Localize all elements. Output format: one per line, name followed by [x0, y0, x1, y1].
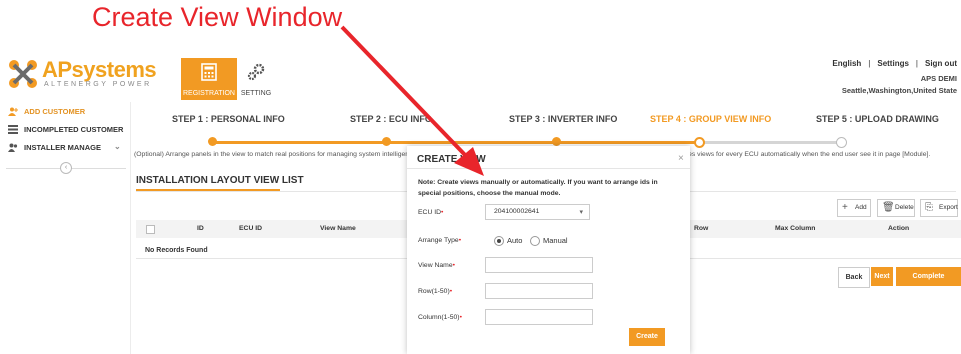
arrange-auto-label: Auto	[507, 236, 523, 245]
empty-table-message: No Records Found	[145, 247, 208, 254]
modal-note: Note: Create views manually or automatic…	[418, 179, 658, 197]
arrange-auto-radio[interactable]	[494, 236, 504, 246]
sidebar-item-add-customer[interactable]: ADD CUSTOMER	[0, 103, 130, 121]
chevron-down-icon: ⌄	[114, 142, 121, 151]
export-icon: ⎘	[925, 202, 933, 213]
column-header-ecu-id: ECU ID	[239, 225, 263, 232]
select-all-checkbox[interactable]	[146, 225, 155, 234]
add-button[interactable]: + Add	[837, 199, 871, 217]
logo-wordmark: APsystems	[42, 57, 157, 82]
step-2-dot	[382, 137, 391, 146]
sidebar-item-label: INCOMPLETED CUSTOMER	[24, 125, 124, 134]
account-location: Seattle,Washington,United State	[841, 86, 957, 95]
modal-header-divider	[407, 168, 690, 169]
column-input[interactable]	[485, 309, 593, 325]
step-4-label: STEP 4 : GROUP VIEW INFO	[650, 114, 772, 124]
column-header-row: Row	[694, 225, 709, 232]
logo-tagline: ALTENERGY POWER	[44, 81, 152, 88]
list-icon	[8, 125, 18, 134]
step-4-dot	[694, 137, 705, 148]
view-name-input[interactable]	[485, 257, 593, 273]
caret-down-icon: ▾	[579, 209, 583, 216]
arrange-manual-label: Manual	[543, 236, 568, 245]
step-2-label: STEP 2 : ECU INFO	[350, 114, 432, 124]
arrange-manual-radio[interactable]	[530, 236, 540, 246]
back-button[interactable]: Back	[838, 267, 870, 288]
header-links: English | Settings | Sign out	[832, 59, 957, 68]
settings-link[interactable]: Settings	[877, 59, 909, 68]
column-header-id: ID	[197, 225, 204, 232]
sidebar-item-label: INSTALLER MANAGE	[24, 143, 101, 152]
column-header-max-column: Max Column	[775, 225, 816, 232]
sidebar-item-label: ADD CUSTOMER	[24, 107, 86, 116]
step-1-dot	[208, 137, 217, 146]
step-5-label: STEP 5 : UPLOAD DRAWING	[816, 114, 939, 124]
section-title: INSTALLATION LAYOUT VIEW LIST	[136, 175, 304, 186]
ecu-id-value: 204100002641	[494, 208, 540, 215]
ecu-id-select[interactable]: 204100002641 ▾	[485, 204, 590, 220]
next-button[interactable]: Next	[871, 267, 893, 286]
arrow-shaft	[340, 25, 469, 159]
apsystems-logo-icon	[9, 60, 37, 88]
plus-icon: +	[842, 202, 848, 213]
sidebar-item-installer-manage[interactable]: INSTALLER MANAGE ⌄	[0, 139, 130, 157]
close-icon[interactable]: ×	[678, 153, 684, 164]
calculator-icon	[201, 63, 217, 81]
step-progress-done	[212, 141, 701, 144]
column-label: Column(1-50)•	[418, 314, 462, 321]
view-name-label: View Name•	[418, 262, 456, 269]
account-name: APS DEMI	[920, 74, 957, 83]
step-5-dot	[836, 137, 847, 148]
gears-icon	[247, 63, 265, 81]
row-label: Row(1-50)•	[418, 288, 453, 295]
modal-title: CREATE VIEW	[417, 154, 486, 165]
sidebar-collapse-icon[interactable]: ‹	[60, 162, 72, 174]
step-1-label: STEP 1 : PERSONAL INFO	[172, 114, 285, 124]
sign-out-link[interactable]: Sign out	[925, 59, 957, 68]
step-3-dot	[552, 137, 561, 146]
export-button[interactable]: ⎘ Export	[920, 199, 958, 217]
column-header-view-name: View Name	[320, 225, 356, 232]
create-button[interactable]: Create	[629, 328, 665, 346]
language-link[interactable]: English	[832, 59, 861, 68]
trash-icon: 🗑	[882, 202, 895, 213]
ecu-id-label: ECU ID•	[418, 209, 444, 216]
group-icon	[8, 143, 18, 152]
nav-setting-label: SETTING	[240, 90, 272, 97]
step-3-label: STEP 3 : INVERTER INFO	[509, 114, 618, 124]
add-user-icon	[8, 107, 18, 116]
sidebar-item-incompleted-customer[interactable]: INCOMPLETED CUSTOMER	[0, 121, 130, 139]
annotation-title: Create View Window	[92, 2, 343, 32]
column-header-action: Action	[888, 225, 910, 232]
step-progress-remaining	[701, 141, 841, 144]
complete-registration-button[interactable]: Complete Registration	[896, 267, 961, 299]
delete-button[interactable]: 🗑 Delete	[877, 199, 915, 217]
nav-setting[interactable]: SETTING	[226, 58, 286, 100]
arrange-type-label: Arrange Type•	[418, 237, 462, 244]
row-input[interactable]	[485, 283, 593, 299]
